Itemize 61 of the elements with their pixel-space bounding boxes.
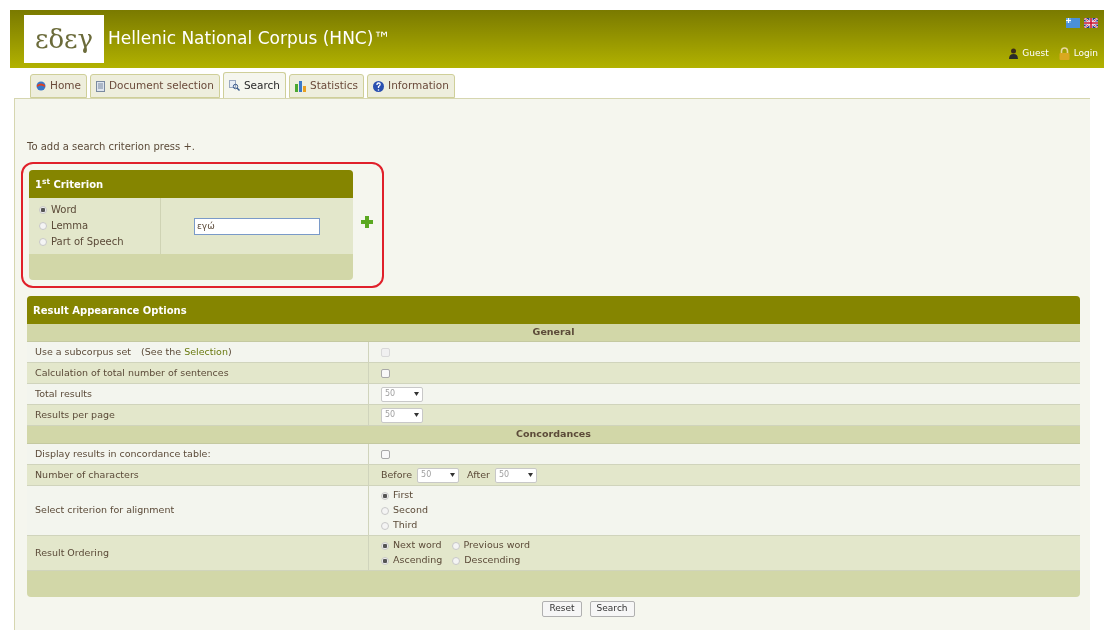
british-flag-icon[interactable]	[1084, 18, 1098, 28]
tab[interactable]: Search	[222, 72, 287, 98]
plus-icon[interactable]	[361, 216, 373, 228]
radio-button[interactable]	[381, 521, 389, 530]
note-text: )	[227, 344, 232, 359]
radio-button[interactable]	[381, 491, 389, 500]
option-label: Second	[393, 503, 428, 518]
guest-label: Guest	[1022, 46, 1049, 60]
dropdown-arrow-icon	[450, 473, 456, 477]
logo: εδεγ	[24, 15, 104, 63]
hint-text: To add a search criterion press +.	[27, 140, 196, 154]
option-label: Display results in concordance table:	[35, 446, 211, 461]
radio-button[interactable]	[39, 237, 47, 246]
radio-button[interactable]	[452, 556, 461, 565]
radio-button[interactable]	[381, 506, 389, 515]
option-label: Number of characters	[35, 467, 139, 482]
radio-button[interactable]	[39, 221, 47, 230]
document-icon	[96, 80, 105, 92]
radio-button[interactable]	[381, 556, 389, 565]
option-label: First	[393, 488, 413, 503]
option-label: Third	[393, 518, 418, 533]
option-label: Use a subcorpus set	[35, 344, 132, 359]
dropdown-arrow-icon	[527, 473, 533, 477]
dropdown-arrow-icon	[414, 392, 419, 396]
field-label: After	[467, 467, 490, 482]
tab[interactable]: Document selection	[90, 74, 220, 98]
dropdown-arrow-icon	[414, 413, 419, 417]
site-title: Hellenic National Corpus (HNC)™	[108, 27, 391, 51]
panel-title-text: 1$^{st}$ Criterion	[35, 176, 104, 192]
option-label: Lemma	[51, 219, 89, 233]
option-label: Part of Speech	[51, 235, 124, 249]
bar-chart-icon	[295, 80, 307, 92]
action-button[interactable]: Reset	[542, 601, 582, 617]
note-text: (See the	[141, 344, 182, 359]
option-label: Select criterion for alignment	[35, 503, 175, 518]
tab[interactable]: Statistics	[289, 74, 365, 98]
checkbox[interactable]	[381, 368, 390, 378]
field-label: Before	[381, 467, 413, 482]
radio-button[interactable]	[39, 205, 47, 214]
magnifier-icon	[228, 80, 240, 91]
radio-button[interactable]	[381, 541, 389, 550]
option-label: Total results	[35, 386, 93, 401]
option-label: Result Ordering	[35, 545, 110, 560]
info-icon	[373, 80, 385, 92]
option-label: Calculation of total number of sentences	[35, 365, 229, 380]
option-label: Ascending	[393, 553, 443, 568]
panel-title: Result Appearance Options	[27, 296, 1080, 324]
tab[interactable]: Information	[367, 74, 455, 98]
user-icon	[1009, 47, 1019, 59]
globe-icon	[36, 81, 46, 91]
padlock-icon	[1058, 46, 1070, 60]
option-label: Results per page	[35, 407, 115, 422]
action-button[interactable]: Search	[589, 601, 635, 617]
tab[interactable]: Home	[30, 74, 87, 98]
radio-button[interactable]	[451, 541, 460, 550]
option-label: Word	[51, 203, 77, 217]
option-label: Descending	[464, 553, 521, 568]
checkbox[interactable]	[381, 449, 390, 459]
search-input[interactable]: εγώ	[194, 217, 320, 235]
option-label: Previous word	[463, 538, 531, 553]
option-label: Next word	[393, 538, 442, 553]
